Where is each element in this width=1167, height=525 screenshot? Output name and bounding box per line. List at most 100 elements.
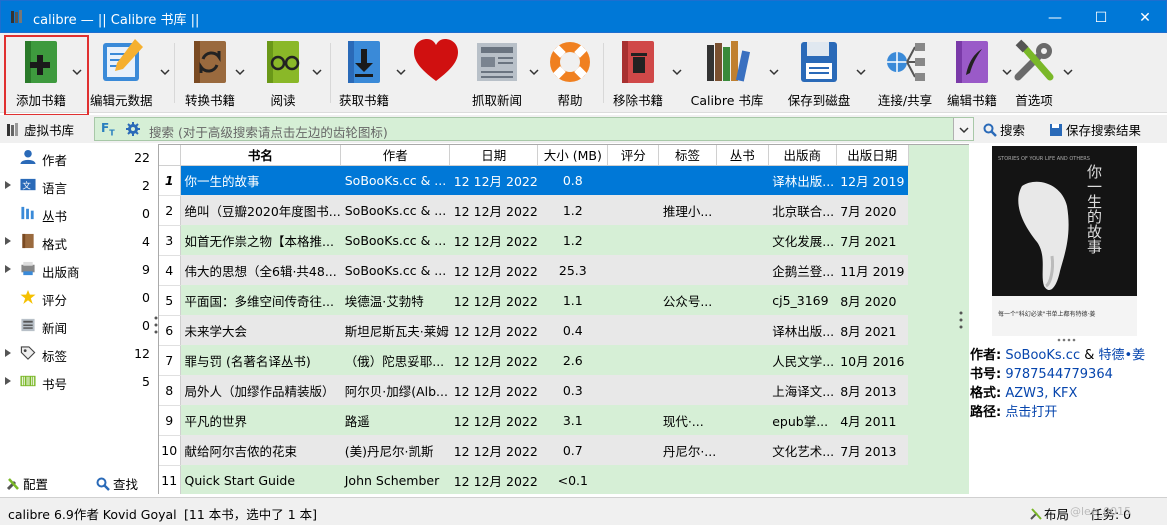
- cell-series: [716, 165, 769, 195]
- full-text-search-icon[interactable]: FT: [101, 121, 115, 137]
- remove-books-button[interactable]: 移除书籍: [606, 35, 682, 111]
- expand-arrow-icon[interactable]: [5, 181, 11, 189]
- tag-browser-item-count: 5: [142, 374, 150, 389]
- tag-browser-item[interactable]: 文 语言 2: [0, 171, 155, 199]
- cell-date: 12 12月 2022: [449, 435, 538, 465]
- save-search-button[interactable]: 保存搜索结果: [1049, 120, 1141, 139]
- fetch-news-button[interactable]: 抓取新闻: [466, 35, 539, 111]
- cover-splitter-dots[interactable]: [1056, 338, 1076, 342]
- virtual-library-button[interactable]: 虚拟书库: [6, 120, 74, 139]
- cover-blurb: 每一个"科幻必读"书单上都有特德·姜: [998, 310, 1095, 318]
- detail-format-link[interactable]: AZW3, KFX: [1005, 386, 1077, 401]
- donate-button[interactable]: [408, 35, 464, 111]
- heart-icon: [414, 39, 458, 81]
- toolbar-separator: [330, 43, 331, 103]
- expand-arrow-icon[interactable]: [5, 349, 11, 357]
- table-row[interactable]: 2 绝叫（豆瓣2020年度图书... SoBooKs.cc & ... 12 12月 …: [159, 195, 909, 226]
- column-header[interactable]: 标签: [658, 145, 717, 166]
- edit-metadata-icon: [103, 39, 143, 81]
- table-row[interactable]: 7 罪与罚 (名著名译丛书) （俄）陀思妥耶... 12 12月 2022 2.6 人民文…: [159, 345, 909, 376]
- expand-arrow-icon[interactable]: [5, 377, 11, 385]
- configure-tag-browser-button[interactable]: 配置: [6, 474, 48, 493]
- column-header[interactable]: 出版日期: [836, 145, 909, 166]
- detail-author-link-1[interactable]: SoBooKs.cc: [1005, 348, 1080, 363]
- chevron-down-icon[interactable]: [312, 68, 322, 76]
- get-books-button[interactable]: 获取书籍: [334, 35, 406, 111]
- edit-metadata-button[interactable]: 编辑元数据: [90, 35, 170, 111]
- splitter-handle[interactable]: [959, 311, 963, 329]
- detail-isbn-link[interactable]: 9787544779364: [1005, 367, 1113, 382]
- table-row[interactable]: 1 你一生的故事 SoBooKs.cc & ... 12 12月 2022 0.8 译林出…: [159, 165, 909, 196]
- column-header[interactable]: 书名: [180, 145, 342, 166]
- table-row[interactable]: 4 伟大的思想（全6辑·共48... SoBooKs.cc & ... 12 12月 …: [159, 255, 909, 286]
- layout-button[interactable]: 布局: [1030, 504, 1069, 523]
- cell-series: [716, 285, 769, 315]
- table-row[interactable]: 5 平面国：多维空间传奇往... 埃德温·艾勃特 12 12月 2022 1.1 公众号.…: [159, 285, 909, 316]
- maximize-button[interactable]: ☐: [1078, 1, 1124, 34]
- chevron-down-icon[interactable]: [769, 68, 779, 76]
- tag-browser-item[interactable]: 出版商 9: [0, 255, 155, 283]
- search-input[interactable]: FT 搜索 (对于高级搜索请点击左边的齿轮图标): [94, 117, 974, 141]
- cell-series: [716, 195, 769, 225]
- tag-browser-item[interactable]: 格式 4: [0, 227, 155, 255]
- minimize-button[interactable]: —: [1032, 1, 1078, 34]
- tag-browser-item[interactable]: 评分 0: [0, 283, 155, 311]
- column-header[interactable]: 作者: [340, 145, 451, 166]
- detail-path-link[interactable]: 点击打开: [1005, 405, 1057, 420]
- tag-browser-item[interactable]: 作者 22: [0, 143, 155, 171]
- tag-browser-item[interactable]: 丛书 0: [0, 199, 155, 227]
- detail-author-link-2[interactable]: 特德•姜: [1099, 348, 1146, 363]
- book-list-table[interactable]: 书名 作者 日期 大小 (MB) 评分 标签 丛书 出版商 出版日期 1 你一生的故事 SoBooK…: [158, 144, 969, 494]
- column-header[interactable]: 日期: [449, 145, 539, 166]
- column-header[interactable]: 出版商: [768, 145, 837, 166]
- cell-series: [716, 405, 769, 435]
- book-cover[interactable]: STORIES OF YOUR LIFE AND OTHERS 你一生的故事 每…: [992, 146, 1137, 336]
- connect-share-button[interactable]: 连接/共享: [872, 35, 938, 111]
- gear-icon[interactable]: [125, 121, 141, 137]
- tag-browser-item-label: 语言: [42, 181, 68, 196]
- tag-browser-item[interactable]: 书号 5: [0, 367, 155, 395]
- cell-author: 路遥: [340, 405, 450, 435]
- tag-browser-item-count: 0: [142, 318, 150, 333]
- expand-arrow-icon[interactable]: [5, 265, 11, 273]
- close-button[interactable]: ✕: [1122, 1, 1167, 34]
- table-row[interactable]: 6 未来学大会 斯坦尼斯瓦夫·莱姆 12 12月 2022 0.4 译林出版... 8月 2…: [159, 315, 909, 346]
- edit-metadata-label: 编辑元数据: [90, 93, 153, 108]
- row-number: 2: [159, 195, 181, 226]
- convert-books-button[interactable]: 转换书籍: [178, 35, 245, 111]
- table-row[interactable]: 8 局外人（加缪作品精装版） 阿尔贝·加缪(Alb... 12 12月 2022 0.3…: [159, 375, 909, 406]
- edit-book-button[interactable]: 编辑书籍: [944, 35, 1012, 111]
- help-button[interactable]: 帮助: [546, 35, 594, 111]
- chevron-down-icon[interactable]: [1063, 68, 1073, 76]
- tag-browser-item[interactable]: 新闻 0: [0, 311, 155, 339]
- read-book-button[interactable]: 阅读: [252, 35, 322, 111]
- chevron-down-icon[interactable]: [529, 68, 539, 76]
- save-disk-icon: [801, 42, 837, 82]
- chevron-down-icon[interactable]: [160, 68, 170, 76]
- cell-publisher: 译林出版...: [768, 315, 837, 345]
- preferences-button[interactable]: 首选项: [1008, 35, 1073, 111]
- table-row[interactable]: 11 Quick Start Guide John Schember 12 12月 2…: [159, 465, 909, 494]
- column-header[interactable]: 评分: [607, 145, 660, 166]
- cell-publisher: 上海译文...: [768, 375, 837, 405]
- chevron-down-icon[interactable]: [396, 68, 406, 76]
- table-row[interactable]: 3 如首无作祟之物【本格推... SoBooKs.cc & ... 12 12月 20…: [159, 225, 909, 256]
- library-button[interactable]: Calibre 书库: [688, 35, 779, 111]
- search-history-dropdown[interactable]: [953, 118, 973, 140]
- find-in-tag-browser-button[interactable]: 查找: [96, 474, 138, 493]
- table-row[interactable]: 10 献给阿尔吉侬的花束 (美)丹尼尔·凯斯 12 12月 2022 0.7 丹尼尔·..…: [159, 435, 909, 466]
- column-header[interactable]: 大小 (MB): [537, 145, 609, 166]
- chevron-down-icon[interactable]: [672, 68, 682, 76]
- cell-size: 0.8: [537, 165, 608, 195]
- tag-browser-item[interactable]: 标签 12: [0, 339, 155, 367]
- cell-rating: [607, 435, 659, 465]
- chevron-down-icon[interactable]: [856, 68, 866, 76]
- table-row[interactable]: 9 平凡的世界 路遥 12 12月 2022 3.1 现代·... epub掌... 4月 2…: [159, 405, 909, 436]
- row-number: 9: [159, 405, 181, 436]
- chevron-down-icon[interactable]: [235, 68, 245, 76]
- save-to-disk-button[interactable]: 保存到磁盘: [786, 35, 866, 111]
- search-button[interactable]: 搜索: [983, 120, 1025, 139]
- cell-date: 12 12月 2022: [449, 255, 538, 285]
- column-header[interactable]: 丛书: [716, 145, 769, 166]
- expand-arrow-icon[interactable]: [5, 237, 11, 245]
